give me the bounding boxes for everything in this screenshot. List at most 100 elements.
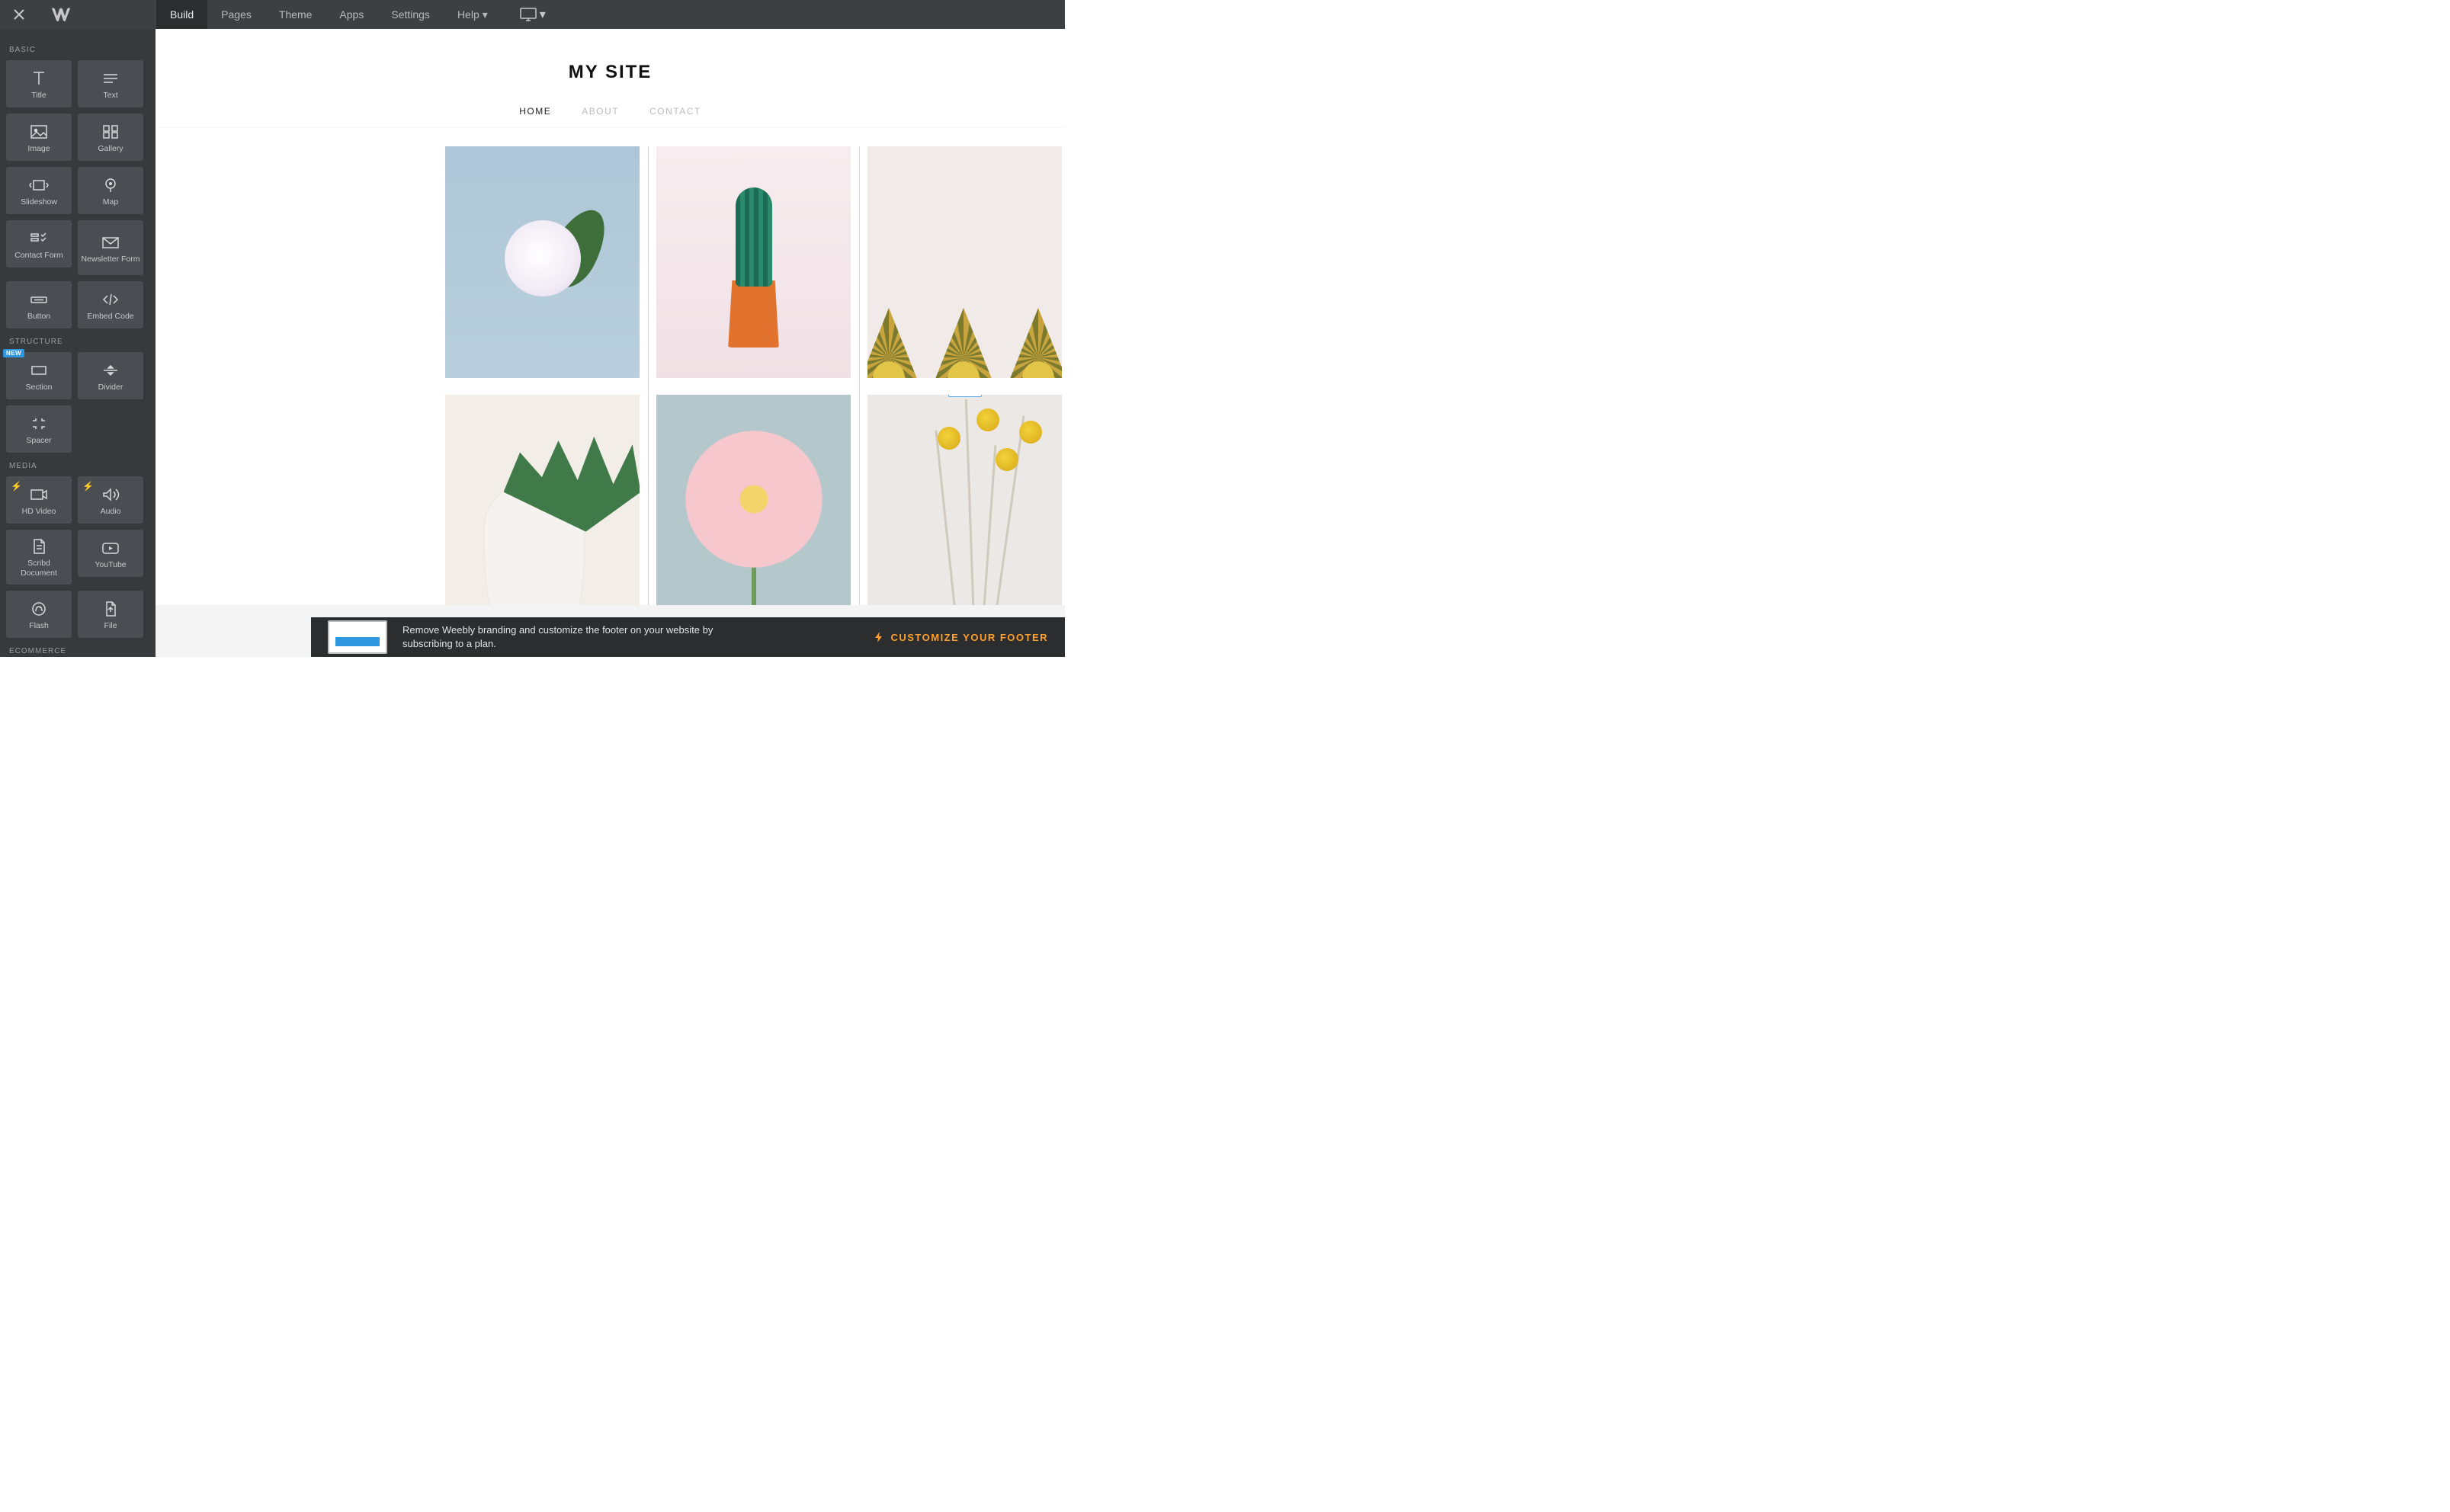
- tab-build[interactable]: Build: [156, 0, 207, 29]
- selection-outline: ↗ ✕: [867, 395, 1062, 605]
- element-newsletter-form[interactable]: Newsletter Form: [78, 220, 143, 275]
- site-nav: HOME ABOUT CONTACT: [519, 106, 701, 117]
- youtube-icon: [101, 537, 120, 559]
- nav-item-about[interactable]: ABOUT: [582, 106, 619, 117]
- gallery-image[interactable]: [445, 395, 640, 605]
- image-icon: [29, 121, 49, 143]
- element-scribd[interactable]: Scribd Document: [6, 530, 72, 585]
- element-label: Text: [100, 91, 120, 101]
- lightning-icon: ⚡: [82, 481, 94, 492]
- move-handle-icon[interactable]: ↗: [867, 395, 871, 398]
- desktop-icon: [520, 8, 537, 21]
- drag-handle[interactable]: [948, 395, 982, 397]
- map-icon: [101, 175, 120, 196]
- element-text[interactable]: Text: [78, 60, 143, 107]
- cta-label: CUSTOMIZE YOUR FOOTER: [890, 632, 1048, 643]
- image-gallery[interactable]: ↗ ✕: [445, 146, 1065, 605]
- element-gallery[interactable]: Gallery: [78, 114, 143, 161]
- element-embed-code[interactable]: Embed Code: [78, 281, 143, 328]
- column-divider: [648, 146, 649, 605]
- weebly-logo-icon: [52, 7, 70, 22]
- element-label: Spacer: [23, 436, 54, 446]
- element-label: Map: [100, 197, 121, 207]
- caret-down-icon: ▾: [483, 8, 488, 21]
- site-header[interactable]: MY SITE HOME ABOUT CONTACT: [156, 29, 1065, 128]
- element-label: Button: [24, 312, 53, 322]
- device-preview-button[interactable]: ▾: [520, 7, 546, 22]
- element-youtube[interactable]: YouTube: [78, 530, 143, 577]
- flash-icon: [29, 598, 49, 620]
- element-contact-form[interactable]: Contact Form: [6, 220, 72, 267]
- element-audio[interactable]: ⚡ Audio: [78, 476, 143, 524]
- element-section[interactable]: NEW Section: [6, 352, 72, 399]
- element-title[interactable]: Title: [6, 60, 72, 107]
- topbar: Build Pages Theme Apps Settings Help ▾ ▾: [0, 0, 1065, 29]
- element-file[interactable]: File: [78, 591, 143, 638]
- text-icon: [101, 68, 120, 89]
- elements-sidebar[interactable]: BASIC Title Text Image Gallery: [0, 29, 156, 657]
- element-label: Section: [22, 383, 55, 392]
- element-flash[interactable]: Flash: [6, 591, 72, 638]
- element-label: Title: [28, 91, 49, 101]
- lightning-icon: ⚡: [11, 481, 22, 492]
- caret-down-icon: ▾: [540, 7, 546, 22]
- element-button[interactable]: Button: [6, 281, 72, 328]
- slideshow-icon: [29, 175, 49, 196]
- gallery-image[interactable]: [867, 146, 1062, 378]
- nav-item-home[interactable]: HOME: [519, 106, 551, 117]
- gallery-image[interactable]: [656, 146, 851, 378]
- footer-upgrade-banner: Remove Weebly branding and customize the…: [311, 617, 1065, 657]
- hd-video-icon: [29, 484, 49, 505]
- topbar-tabs: Build Pages Theme Apps Settings Help ▾: [156, 0, 502, 29]
- element-label: File: [101, 621, 120, 631]
- divider-icon: [101, 360, 120, 381]
- gallery-image-selected[interactable]: ↗ ✕: [867, 395, 1062, 605]
- site-preview: MY SITE HOME ABOUT CONTACT: [156, 29, 1065, 605]
- sidebar-heading-basic: BASIC: [0, 37, 156, 60]
- element-label: Image: [24, 144, 53, 154]
- tab-theme[interactable]: Theme: [265, 0, 326, 29]
- element-divider[interactable]: Divider: [78, 352, 143, 399]
- tab-help[interactable]: Help ▾: [444, 0, 502, 29]
- embed-code-icon: [101, 289, 120, 310]
- element-hd-video[interactable]: ⚡ HD Video: [6, 476, 72, 524]
- element-spacer[interactable]: Spacer: [6, 405, 72, 453]
- section-icon: [29, 360, 49, 381]
- gallery-image[interactable]: [445, 146, 640, 378]
- weebly-logo[interactable]: [38, 7, 84, 22]
- tab-label: Settings: [391, 8, 430, 21]
- element-label: Slideshow: [18, 197, 60, 207]
- footer-preview-thumbnail: [328, 620, 387, 654]
- title-icon: [29, 68, 49, 89]
- tab-settings[interactable]: Settings: [377, 0, 444, 29]
- sidebar-heading-media: MEDIA: [0, 453, 156, 476]
- close-button[interactable]: [0, 0, 38, 29]
- gallery-image[interactable]: [656, 395, 851, 605]
- element-map[interactable]: Map: [78, 167, 143, 214]
- element-slideshow[interactable]: Slideshow: [6, 167, 72, 214]
- close-icon: [14, 9, 24, 20]
- tab-apps[interactable]: Apps: [325, 0, 377, 29]
- element-label: Audio: [98, 507, 124, 517]
- nav-item-contact[interactable]: CONTACT: [649, 106, 701, 117]
- close-handle-icon[interactable]: ✕: [1059, 395, 1062, 398]
- footer-banner-message: Remove Weebly branding and customize the…: [402, 623, 730, 650]
- tab-label: Apps: [339, 8, 364, 21]
- column-divider: [859, 146, 860, 605]
- spacer-icon: [29, 413, 49, 434]
- tab-label: Help: [457, 8, 479, 21]
- customize-footer-button[interactable]: CUSTOMIZE YOUR FOOTER: [874, 632, 1048, 643]
- file-icon: [101, 598, 120, 620]
- scribd-icon: [29, 536, 49, 557]
- editor-canvas[interactable]: MY SITE HOME ABOUT CONTACT: [156, 29, 1065, 657]
- audio-icon: [101, 484, 120, 505]
- tab-label: Build: [170, 8, 194, 21]
- element-label: YouTube: [91, 560, 129, 570]
- element-label: HD Video: [19, 507, 59, 517]
- contact-form-icon: [29, 228, 49, 249]
- element-label: Gallery: [95, 144, 126, 154]
- element-image[interactable]: Image: [6, 114, 72, 161]
- site-title[interactable]: MY SITE: [569, 62, 653, 83]
- tab-pages[interactable]: Pages: [207, 0, 265, 29]
- element-label: Embed Code: [84, 312, 136, 322]
